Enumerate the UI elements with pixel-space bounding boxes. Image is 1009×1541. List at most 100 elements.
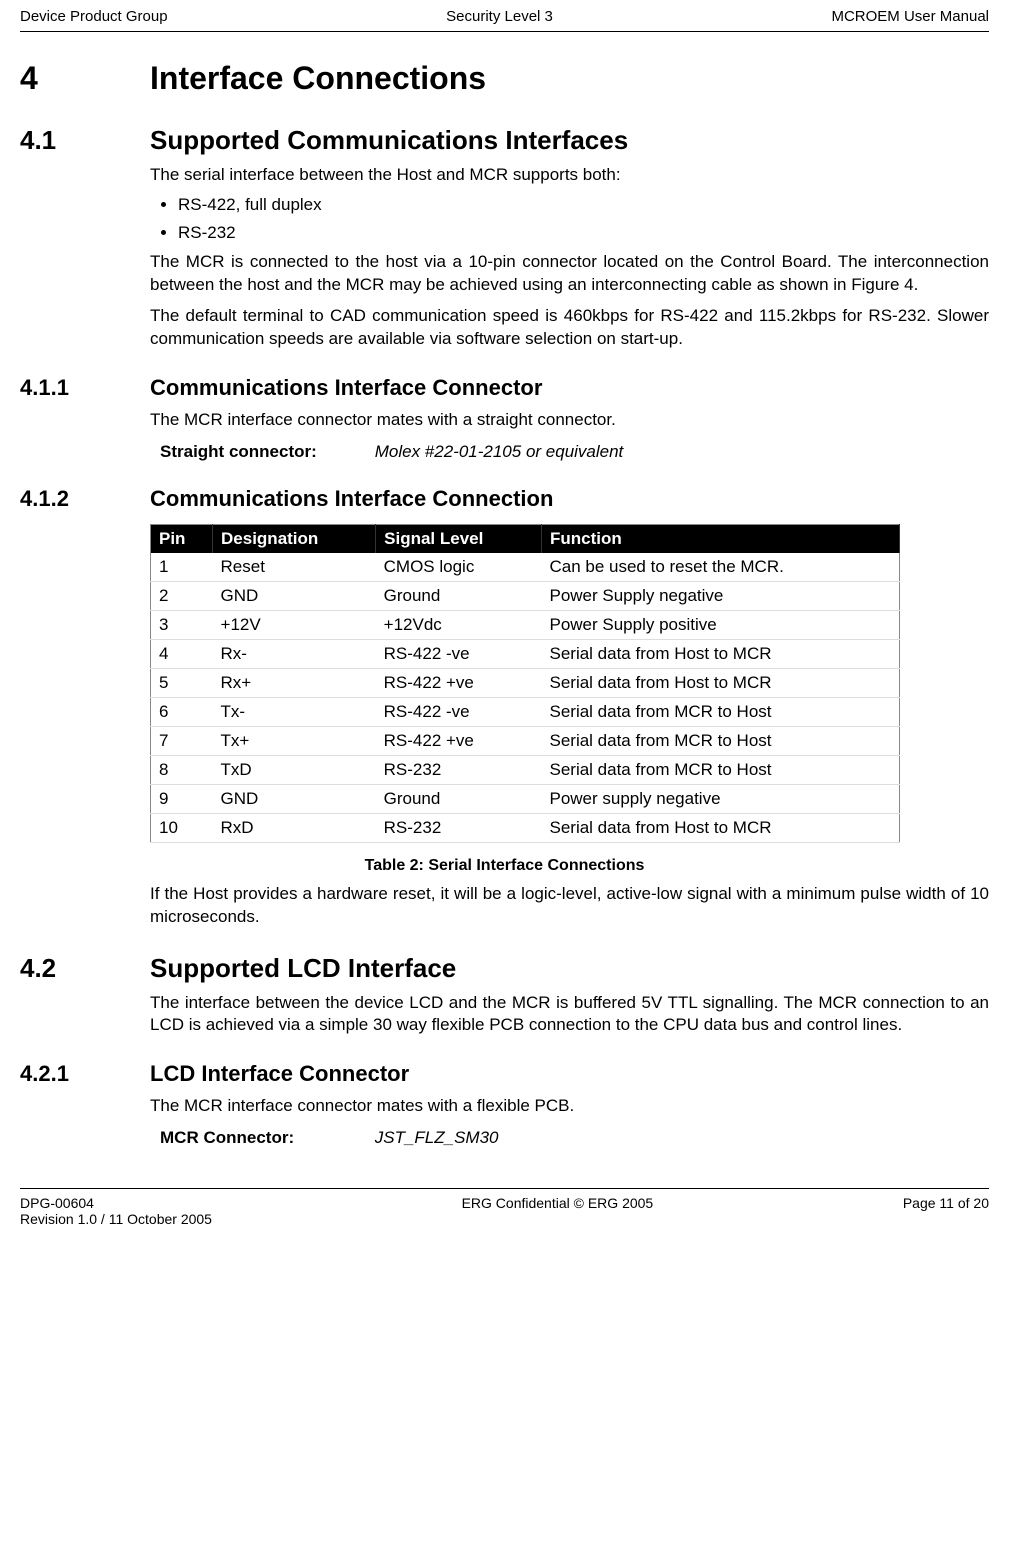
section-title: Communications Interface Connection — [150, 486, 553, 512]
section-4: 4 Interface Connections — [20, 60, 989, 97]
table-row: 4Rx-RS-422 -veSerial data from Host to M… — [151, 639, 900, 668]
section-number: 4 — [20, 60, 150, 97]
table-row: 8TxDRS-232Serial data from MCR to Host — [151, 755, 900, 784]
table-row: 5Rx+RS-422 +veSerial data from Host to M… — [151, 668, 900, 697]
table-row: 2GNDGroundPower Supply negative — [151, 581, 900, 610]
cell-des: GND — [213, 581, 376, 610]
cell-pin: 5 — [151, 668, 213, 697]
section-number: 4.2.1 — [20, 1061, 150, 1087]
section-4-2-1: 4.2.1 LCD Interface Connector — [20, 1061, 989, 1087]
table-row: 7Tx+RS-422 +veSerial data from MCR to Ho… — [151, 726, 900, 755]
spec-line: MCR Connector: JST_FLZ_SM30 — [160, 1128, 989, 1148]
col-pin: Pin — [151, 524, 213, 553]
section-number: 4.2 — [20, 953, 150, 984]
section-number: 4.1 — [20, 125, 150, 156]
cell-pin: 4 — [151, 639, 213, 668]
section-number: 4.1.2 — [20, 486, 150, 512]
cell-pin: 6 — [151, 697, 213, 726]
cell-sig: RS-232 — [376, 813, 542, 842]
cell-des: Rx+ — [213, 668, 376, 697]
spec-value: Molex #22-01-2105 or equivalent — [375, 442, 624, 461]
section-4-1: 4.1 Supported Communications Interfaces — [20, 125, 989, 156]
cell-sig: +12Vdc — [376, 610, 542, 639]
cell-sig: RS-232 — [376, 755, 542, 784]
col-designation: Designation — [213, 524, 376, 553]
table-row: 6Tx-RS-422 -veSerial data from MCR to Ho… — [151, 697, 900, 726]
cell-des: +12V — [213, 610, 376, 639]
cell-pin: 9 — [151, 784, 213, 813]
cell-pin: 10 — [151, 813, 213, 842]
col-signal: Signal Level — [376, 524, 542, 553]
cell-des: Reset — [213, 553, 376, 582]
section-title: Supported LCD Interface — [150, 953, 456, 984]
header-right: MCROEM User Manual — [831, 8, 989, 25]
table-row: 1ResetCMOS logicCan be used to reset the… — [151, 553, 900, 582]
cell-sig: RS-422 -ve — [376, 697, 542, 726]
cell-des: Rx- — [213, 639, 376, 668]
spec-value: JST_FLZ_SM30 — [375, 1128, 499, 1147]
list-item: RS-232 — [178, 223, 989, 243]
cell-des: Tx- — [213, 697, 376, 726]
cell-func: Serial data from Host to MCR — [541, 813, 899, 842]
header-left: Device Product Group — [20, 8, 168, 25]
spec-label: Straight connector: — [160, 442, 370, 462]
spec-label: MCR Connector: — [160, 1128, 370, 1148]
cell-sig: Ground — [376, 581, 542, 610]
paragraph: The MCR interface connector mates with a… — [150, 1095, 989, 1118]
table-row: 3+12V+12VdcPower Supply positive — [151, 610, 900, 639]
cell-sig: Ground — [376, 784, 542, 813]
cell-des: RxD — [213, 813, 376, 842]
spec-line: Straight connector: Molex #22-01-2105 or… — [160, 442, 989, 462]
paragraph: The default terminal to CAD communicatio… — [150, 305, 989, 351]
section-4-1-1: 4.1.1 Communications Interface Connector — [20, 375, 989, 401]
cell-pin: 1 — [151, 553, 213, 582]
page-footer: DPG-00604 Revision 1.0 / 11 October 2005… — [20, 1188, 989, 1227]
section-number: 4.1.1 — [20, 375, 150, 401]
cell-des: GND — [213, 784, 376, 813]
cell-func: Can be used to reset the MCR. — [541, 553, 899, 582]
cell-des: TxD — [213, 755, 376, 784]
page-header: Device Product Group Security Level 3 MC… — [20, 0, 989, 32]
section-title: LCD Interface Connector — [150, 1061, 409, 1087]
paragraph: The interface between the device LCD and… — [150, 992, 989, 1038]
cell-sig: RS-422 +ve — [376, 726, 542, 755]
doc-id: DPG-00604 — [20, 1195, 212, 1211]
section-title: Interface Connections — [150, 60, 486, 97]
cell-func: Power Supply positive — [541, 610, 899, 639]
pin-table: Pin Designation Signal Level Function 1R… — [150, 524, 900, 843]
cell-sig: RS-422 -ve — [376, 639, 542, 668]
cell-func: Power Supply negative — [541, 581, 899, 610]
cell-func: Serial data from Host to MCR — [541, 639, 899, 668]
section-title: Supported Communications Interfaces — [150, 125, 628, 156]
paragraph: If the Host provides a hardware reset, i… — [150, 883, 989, 929]
cell-func: Serial data from MCR to Host — [541, 726, 899, 755]
cell-func: Serial data from Host to MCR — [541, 668, 899, 697]
header-center: Security Level 3 — [446, 8, 553, 25]
section-title: Communications Interface Connector — [150, 375, 542, 401]
cell-func: Power supply negative — [541, 784, 899, 813]
cell-pin: 7 — [151, 726, 213, 755]
table-row: 10RxDRS-232Serial data from Host to MCR — [151, 813, 900, 842]
cell-func: Serial data from MCR to Host — [541, 697, 899, 726]
cell-des: Tx+ — [213, 726, 376, 755]
table-caption: Table 2: Serial Interface Connections — [20, 857, 989, 875]
cell-sig: RS-422 +ve — [376, 668, 542, 697]
paragraph: The MCR is connected to the host via a 1… — [150, 251, 989, 297]
cell-sig: CMOS logic — [376, 553, 542, 582]
paragraph: The MCR interface connector mates with a… — [150, 409, 989, 432]
footer-center: ERG Confidential © ERG 2005 — [462, 1195, 654, 1227]
section-4-2: 4.2 Supported LCD Interface — [20, 953, 989, 984]
revision: Revision 1.0 / 11 October 2005 — [20, 1211, 212, 1227]
paragraph: The serial interface between the Host an… — [150, 164, 989, 187]
bullet-list: RS-422, full duplex RS-232 — [150, 195, 989, 243]
table-header-row: Pin Designation Signal Level Function — [151, 524, 900, 553]
cell-func: Serial data from MCR to Host — [541, 755, 899, 784]
footer-left: DPG-00604 Revision 1.0 / 11 October 2005 — [20, 1195, 212, 1227]
list-item: RS-422, full duplex — [178, 195, 989, 215]
table-row: 9GNDGroundPower supply negative — [151, 784, 900, 813]
cell-pin: 2 — [151, 581, 213, 610]
footer-right: Page 11 of 20 — [903, 1195, 989, 1227]
cell-pin: 8 — [151, 755, 213, 784]
section-4-1-2: 4.1.2 Communications Interface Connectio… — [20, 486, 989, 512]
col-function: Function — [541, 524, 899, 553]
